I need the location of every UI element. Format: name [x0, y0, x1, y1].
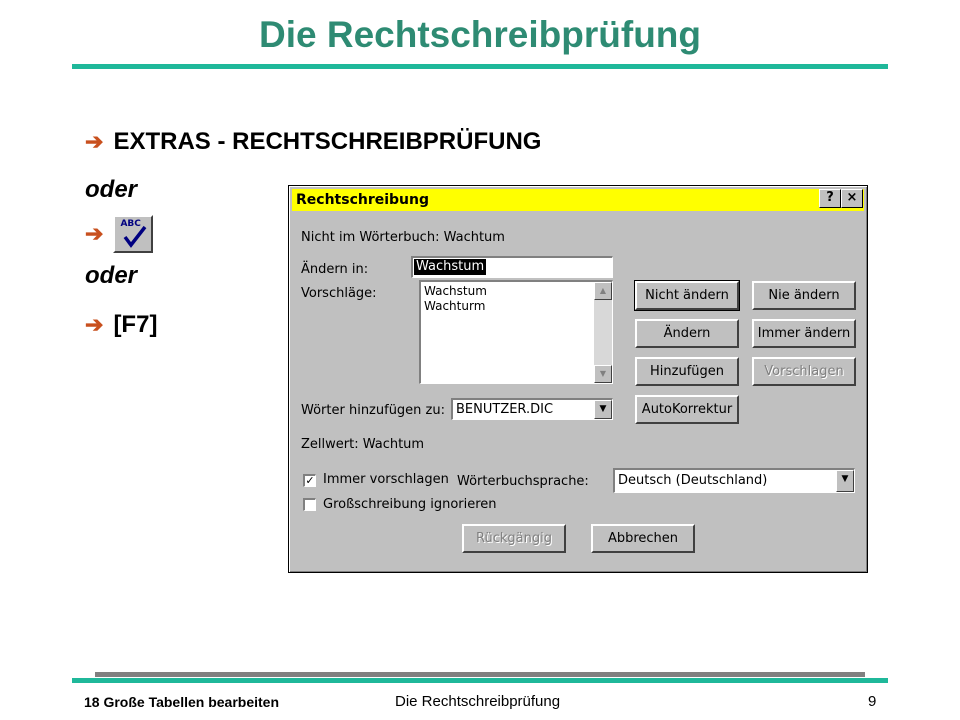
- dialog-title: Rechtschreibung: [296, 192, 430, 208]
- close-button[interactable]: ×: [841, 189, 863, 208]
- footer-divider: [72, 678, 888, 683]
- chevron-down-icon[interactable]: ▼: [836, 470, 854, 492]
- undo-button[interactable]: Rückgängig: [462, 524, 566, 553]
- cell-value-label: Zellwert: Wachtum: [301, 437, 425, 452]
- slide-title: Die Rechtschreibprüfung: [259, 14, 701, 55]
- add-words-dropdown[interactable]: BENUTZER.DIC ▼: [451, 398, 613, 420]
- change-button[interactable]: Ändern: [635, 319, 739, 348]
- add-words-label: Wörter hinzufügen zu:: [301, 403, 445, 418]
- not-in-dictionary-label: Nicht im Wörterbuch: Wachtum: [301, 230, 505, 245]
- arrow-bullet-icon: ➔: [85, 221, 104, 246]
- title-divider: [72, 64, 888, 69]
- suggest-button[interactable]: Vorschlagen: [752, 357, 856, 386]
- chevron-down-icon[interactable]: ▼: [594, 400, 612, 419]
- add-words-value: BENUTZER.DIC: [456, 402, 554, 417]
- scroll-down-icon[interactable]: ▼: [594, 365, 612, 383]
- change-to-input[interactable]: Wachstum: [411, 256, 613, 278]
- change-to-label: Ändern in:: [301, 262, 369, 277]
- suggestions-label: Vorschläge:: [301, 286, 377, 301]
- footer-shadow-bar: [95, 672, 865, 677]
- arrow-bullet-icon: ➔: [85, 129, 104, 154]
- suggestions-scrollbar[interactable]: ▲ ▼: [594, 282, 612, 383]
- shortcut-text: [F7]: [113, 311, 158, 338]
- menu-path-text: EXTRAS - RECHTSCHREIBPRÜFUNG: [113, 128, 542, 155]
- autocorrect-button[interactable]: AutoKorrektur: [635, 395, 739, 424]
- dictionary-language-value: Deutsch (Deutschland): [618, 473, 768, 488]
- bullet-shortcut: ➔ [F7]: [85, 311, 157, 339]
- bullet-menu-path: ➔ EXTRAS - RECHTSCHREIBPRÜFUNG: [85, 128, 541, 156]
- cancel-button[interactable]: Abbrechen: [591, 524, 695, 553]
- list-item[interactable]: Wachstum: [424, 284, 487, 299]
- scroll-up-icon[interactable]: ▲: [594, 282, 612, 300]
- bullet-toolbar-icon: ➔ ABC: [85, 215, 154, 253]
- list-item[interactable]: Wachturm: [424, 299, 487, 314]
- dialog-titlebar: Rechtschreibung: [292, 189, 864, 211]
- change-all-button[interactable]: Immer ändern: [752, 319, 856, 348]
- ignore-button[interactable]: Nicht ändern: [634, 280, 740, 311]
- ignore-all-button[interactable]: Nie ändern: [752, 281, 856, 310]
- add-button[interactable]: Hinzufügen: [635, 357, 739, 386]
- ignore-caps-label: Großschreibung ignorieren: [323, 497, 497, 512]
- dictionary-language-label: Wörterbuchsprache:: [457, 474, 589, 489]
- oder-text-2: oder: [85, 262, 138, 289]
- help-button[interactable]: ?: [819, 189, 841, 208]
- checkmark-icon: [124, 225, 147, 248]
- spelling-dialog: Rechtschreibung ? × Nicht im Wörterbuch:…: [288, 185, 868, 573]
- spellcheck-toolbar-icon[interactable]: ABC: [113, 215, 154, 253]
- suggestions-list[interactable]: Wachstum Wachturm ▲ ▼: [419, 280, 613, 384]
- change-to-value: Wachstum: [414, 259, 487, 275]
- page-number: 9: [868, 693, 877, 710]
- dictionary-language-dropdown[interactable]: Deutsch (Deutschland) ▼: [613, 468, 855, 493]
- arrow-bullet-icon: ➔: [85, 312, 104, 337]
- footer-topic: Die Rechtschreibprüfung: [395, 693, 561, 710]
- oder-text-1: oder: [85, 176, 138, 203]
- always-suggest-checkbox[interactable]: ✓: [303, 474, 316, 487]
- footer-chapter: 18 Große Tabellen bearbeiten: [84, 694, 280, 710]
- ignore-caps-checkbox[interactable]: [303, 498, 316, 511]
- always-suggest-label: Immer vorschlagen: [323, 472, 449, 487]
